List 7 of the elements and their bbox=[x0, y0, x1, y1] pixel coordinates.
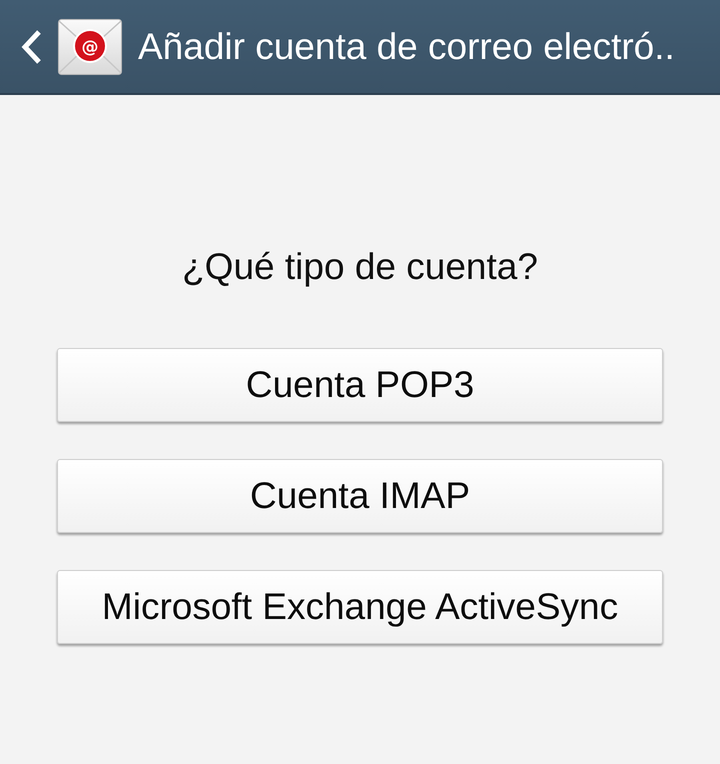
back-icon bbox=[20, 28, 42, 64]
account-type-button[interactable]: Microsoft Exchange ActiveSync bbox=[57, 570, 663, 644]
question-text: ¿Qué tipo de cuenta? bbox=[182, 245, 538, 289]
email-app-icon: @ bbox=[58, 18, 122, 74]
account-type-button[interactable]: Cuenta IMAP bbox=[57, 459, 663, 533]
screen-title: Añadir cuenta de correo electró.. bbox=[138, 24, 675, 68]
account-type-button[interactable]: Cuenta POP3 bbox=[57, 348, 663, 422]
